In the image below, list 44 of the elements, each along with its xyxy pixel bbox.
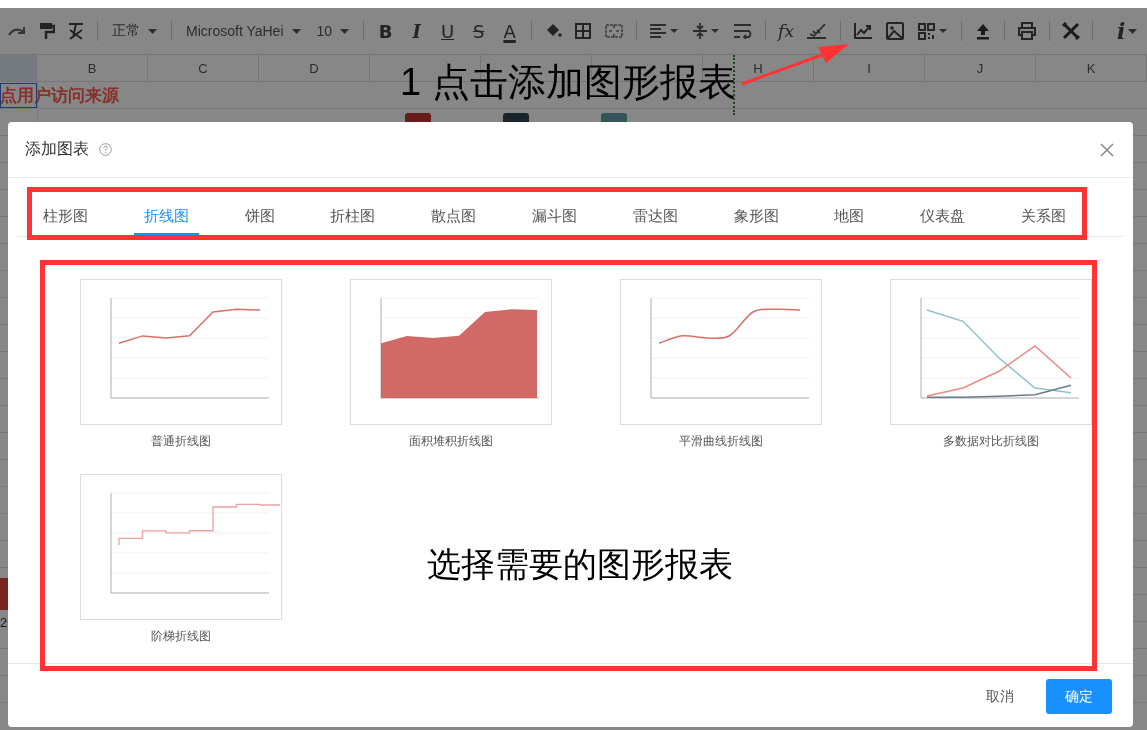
cell-text: 2: [0, 615, 8, 630]
step-annotation: 选择需要的图形报表: [427, 544, 733, 585]
caret-icon: [1128, 28, 1138, 34]
chart-type-tab[interactable]: 折线图: [133, 199, 199, 235]
chart-type-tab[interactable]: 饼图: [234, 199, 285, 235]
chart-option-label: 平滑曲线折线图: [678, 433, 764, 450]
cancel-button[interactable]: 取消: [974, 679, 1026, 714]
style-select[interactable]: 正常: [107, 17, 162, 45]
help-icon[interactable]: [99, 143, 112, 156]
caret-icon: [148, 28, 157, 34]
font-size-select[interactable]: 10: [311, 17, 355, 45]
caret-icon: [291, 28, 301, 34]
info-button[interactable]: i: [1114, 17, 1141, 45]
chart-option-label: 多数据对比折线图: [942, 433, 1040, 450]
font-color-button[interactable]: A: [497, 17, 523, 45]
chart-option-label: 普通折线图: [150, 433, 212, 450]
chart-type-tab[interactable]: 地图: [824, 199, 875, 235]
strikethrough-button[interactable]: S: [466, 17, 492, 45]
chart-type-tab[interactable]: 象形图: [723, 199, 789, 235]
column-header[interactable]: K: [1036, 55, 1147, 81]
column-header[interactable]: C: [148, 55, 259, 81]
column-header[interactable]: B: [37, 55, 148, 81]
chart-type-tab[interactable]: 折柱图: [320, 199, 386, 235]
chart-option-label: 面积堆积折线图: [408, 433, 494, 450]
column-header[interactable]: D: [259, 55, 370, 81]
function-button[interactable]: fx: [775, 17, 797, 45]
bold-button[interactable]: B: [373, 17, 399, 45]
chart-type-tab[interactable]: 仪表盘: [910, 199, 976, 235]
italic-button[interactable]: I: [404, 17, 430, 45]
font-select[interactable]: Microsoft YaHei: [181, 17, 306, 45]
underline-button[interactable]: U: [435, 17, 461, 45]
chart-type-tab[interactable]: 柱形图: [33, 199, 98, 235]
confirm-button[interactable]: 确定: [1046, 679, 1112, 714]
chart-option[interactable]: [350, 279, 552, 425]
caret-icon: [340, 28, 350, 34]
chart-type-tab[interactable]: 漏斗图: [522, 199, 587, 235]
chart-type-tab[interactable]: 雷达图: [622, 199, 688, 235]
dialog-title: 添加图表: [25, 139, 89, 159]
close-icon[interactable]: [1100, 142, 1114, 157]
chart-bar: [0, 578, 8, 610]
chart-type-tab[interactable]: 散点图: [421, 199, 487, 235]
chart-type-tab[interactable]: 关系图: [1010, 199, 1076, 235]
chart-option-label: 阶梯折线图: [150, 628, 212, 645]
column-header[interactable]: J: [925, 55, 1036, 81]
